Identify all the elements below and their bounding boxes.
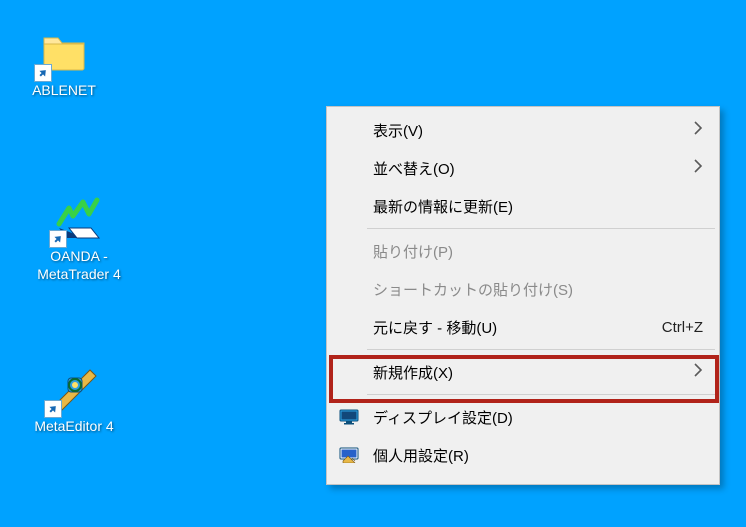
menu-item-label: 新規作成(X): [373, 362, 703, 383]
menu-item-paste: 貼り付け(P): [329, 232, 717, 270]
monitor-icon: [339, 407, 365, 427]
chevron-right-icon: [693, 159, 703, 177]
desktop-icon-app-mt4[interactable]: OANDA - MetaTrader 4: [14, 190, 144, 283]
menu-item-view[interactable]: 表示(V): [329, 111, 717, 149]
menu-item-shortcut: Ctrl+Z: [662, 319, 703, 336]
desktop-icon-label: ABLENET: [32, 82, 96, 100]
menu-item-sort[interactable]: 並べ替え(O): [329, 149, 717, 187]
chevron-right-icon: [693, 363, 703, 381]
menu-item-paste-shortcut: ショートカットの貼り付け(S): [329, 270, 717, 308]
blank-icon: [339, 241, 365, 261]
menu-item-label: 表示(V): [373, 120, 703, 141]
menu-item-label: 最新の情報に更新(E): [373, 196, 703, 217]
menu-separator: [367, 228, 715, 229]
menu-item-new[interactable]: 新規作成(X): [329, 353, 717, 391]
desktop-icon-label: MetaEditor 4: [34, 418, 113, 436]
blank-icon: [339, 196, 365, 216]
desktop-icon-app-me4[interactable]: MetaEditor 4: [14, 360, 134, 436]
blank-icon: [339, 362, 365, 382]
menu-item-undo-move[interactable]: 元に戻す - 移動(U) Ctrl+Z: [329, 308, 717, 346]
app-icon: [46, 360, 102, 416]
menu-item-label: ショートカットの貼り付け(S): [373, 279, 703, 300]
menu-separator: [367, 394, 715, 395]
desktop-icon-folder[interactable]: ABLENET: [14, 24, 114, 100]
shortcut-overlay-icon: [49, 230, 67, 248]
shortcut-overlay-icon: [34, 64, 52, 82]
blank-icon: [339, 317, 365, 337]
menu-item-display-settings[interactable]: ディスプレイ設定(D): [329, 398, 717, 436]
menu-item-label: 並べ替え(O): [373, 158, 703, 179]
folder-icon: [36, 24, 92, 80]
blank-icon: [339, 120, 365, 140]
menu-item-label: 貼り付け(P): [373, 241, 703, 262]
menu-item-personalize[interactable]: 個人用設定(R): [329, 436, 717, 474]
shortcut-overlay-icon: [44, 400, 62, 418]
blank-icon: [339, 158, 365, 178]
menu-separator: [367, 349, 715, 350]
app-icon: [51, 190, 107, 246]
menu-item-label: ディスプレイ設定(D): [373, 407, 703, 428]
menu-item-label: 個人用設定(R): [373, 445, 703, 466]
blank-icon: [339, 279, 365, 299]
personalize-icon: [339, 445, 365, 465]
menu-item-label: 元に戻す - 移動(U): [373, 317, 662, 338]
chevron-right-icon: [693, 121, 703, 139]
desktop-icon-label: OANDA - MetaTrader 4: [19, 248, 139, 283]
menu-item-refresh[interactable]: 最新の情報に更新(E): [329, 187, 717, 225]
desktop-context-menu: 表示(V) 並べ替え(O) 最新の情報に更新(E) 貼り付け(P) ショートカッ…: [326, 106, 720, 485]
